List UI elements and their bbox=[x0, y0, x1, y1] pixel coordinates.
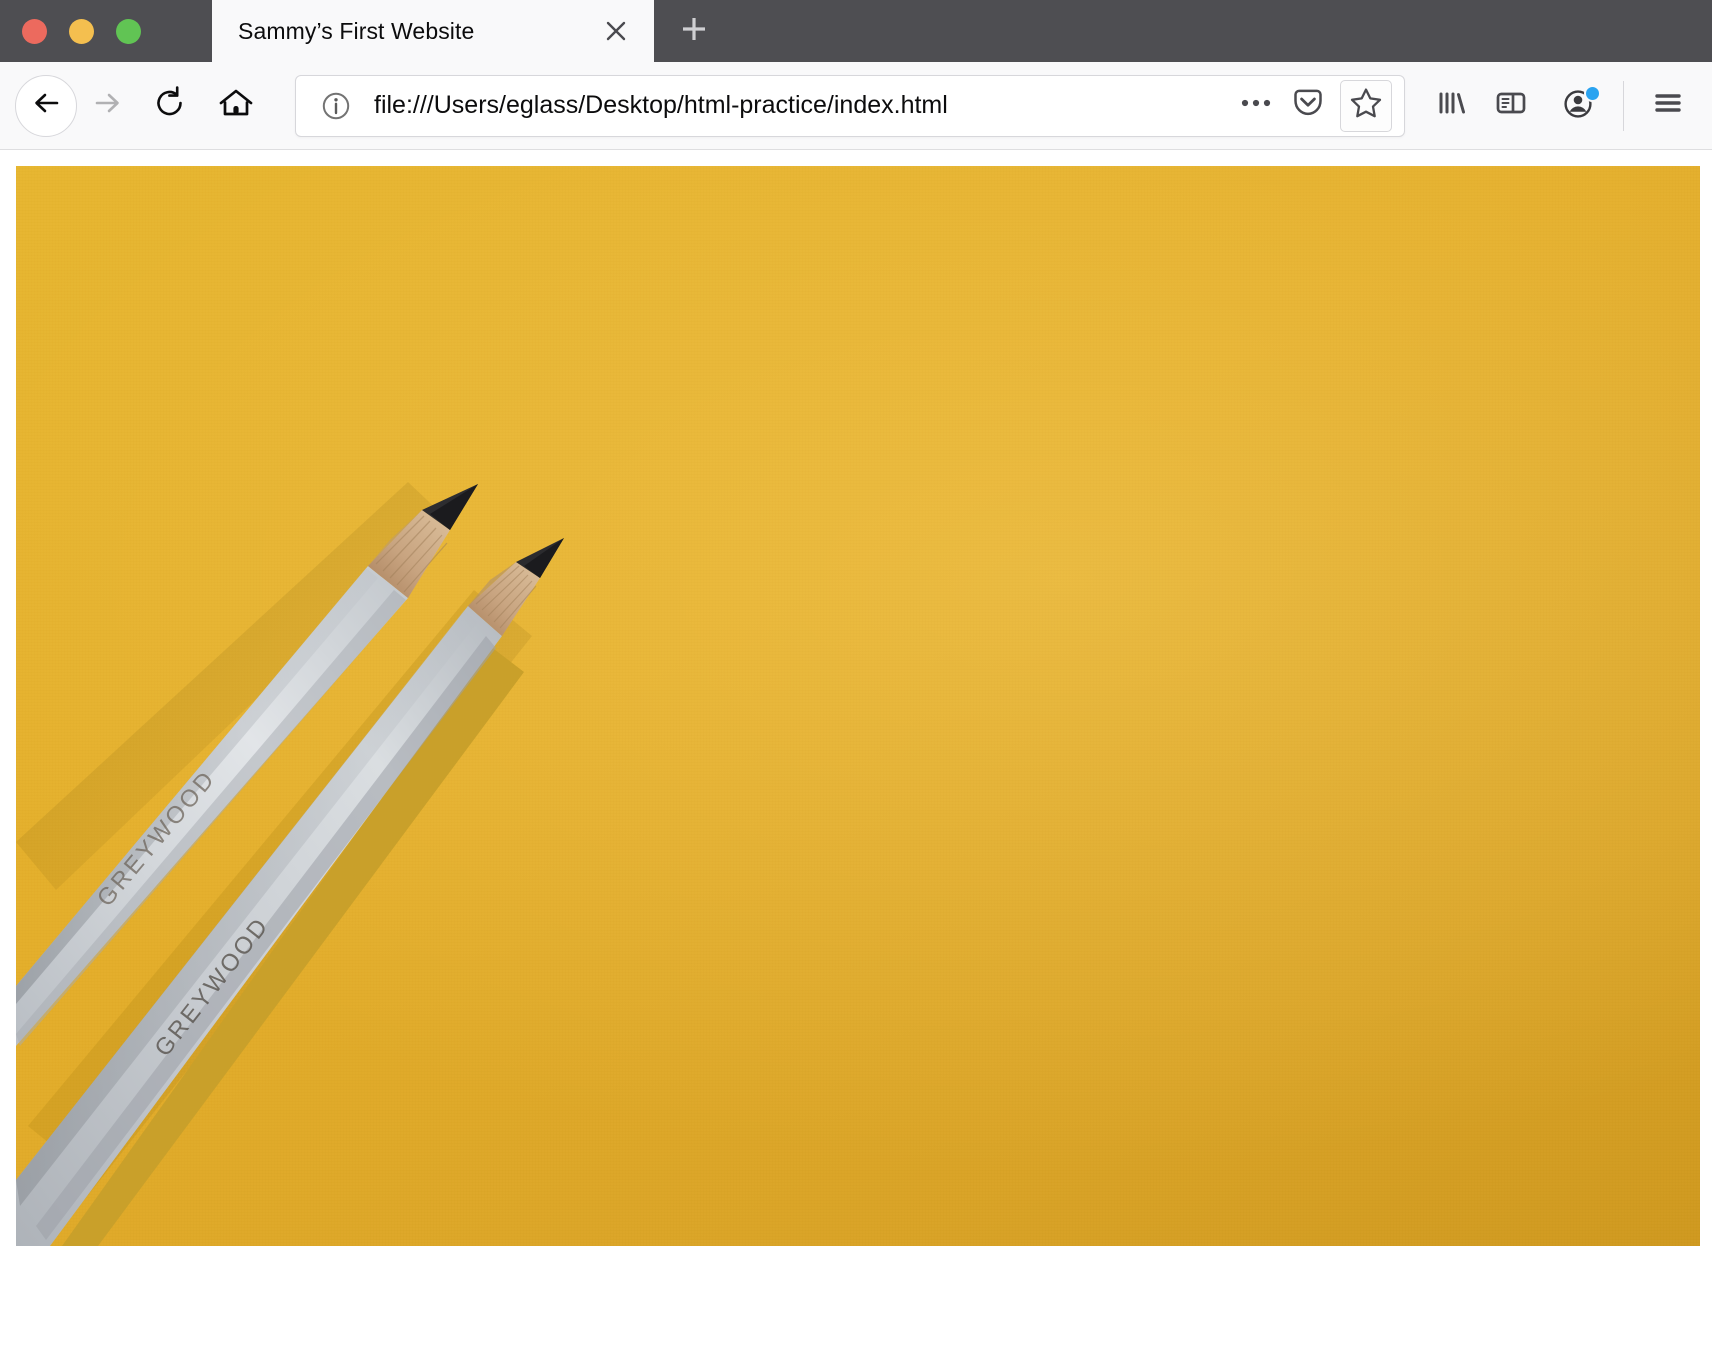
library-button[interactable] bbox=[1421, 76, 1481, 136]
page-content: GREYWOOD GREYWOOD bbox=[0, 150, 1712, 1372]
forward-button[interactable] bbox=[77, 75, 139, 137]
pencils-illustration: GREYWOOD GREYWOOD bbox=[16, 482, 564, 1246]
tab-strip: Sammy’s First Website bbox=[0, 0, 1712, 62]
plus-icon bbox=[676, 11, 712, 52]
account-notification-badge bbox=[1584, 84, 1601, 102]
zoom-window-button[interactable] bbox=[116, 18, 141, 44]
reload-button[interactable] bbox=[139, 75, 201, 137]
sidebar-button[interactable] bbox=[1481, 76, 1541, 136]
address-bar[interactable]: file:///Users/eglass/Desktop/html-practi… bbox=[295, 74, 1405, 137]
page-actions-button[interactable] bbox=[1230, 80, 1282, 132]
minimize-window-button[interactable] bbox=[69, 18, 94, 44]
new-tab-button[interactable] bbox=[654, 0, 734, 62]
bookmark-button[interactable] bbox=[1340, 79, 1392, 132]
ellipsis-icon bbox=[1239, 96, 1273, 115]
toolbar-divider bbox=[1623, 80, 1624, 131]
url-input[interactable]: file:///Users/eglass/Desktop/html-practi… bbox=[374, 91, 1230, 120]
close-window-button[interactable] bbox=[22, 18, 47, 44]
account-button[interactable] bbox=[1549, 76, 1609, 136]
forward-arrow-icon bbox=[90, 85, 126, 126]
app-menu-button[interactable] bbox=[1638, 76, 1698, 136]
save-to-pocket-button[interactable] bbox=[1282, 80, 1334, 132]
library-icon bbox=[1432, 84, 1470, 127]
tab-title: Sammy’s First Website bbox=[238, 17, 475, 44]
tab-sammys-first-website[interactable]: Sammy’s First Website bbox=[212, 0, 654, 62]
home-icon bbox=[217, 84, 255, 127]
browser-window: Sammy’s First Website file:///Users/egla… bbox=[0, 0, 1712, 1372]
home-button[interactable] bbox=[205, 75, 267, 137]
toolbar-right-group bbox=[1421, 76, 1698, 136]
info-circle-icon[interactable] bbox=[320, 90, 352, 122]
back-button[interactable] bbox=[15, 74, 77, 137]
back-arrow-icon bbox=[28, 85, 64, 126]
hamburger-menu-icon bbox=[1649, 84, 1687, 127]
window-controls bbox=[0, 0, 212, 62]
sidebar-icon bbox=[1492, 84, 1530, 127]
star-icon bbox=[1349, 86, 1383, 125]
pocket-icon bbox=[1291, 86, 1325, 125]
navigation-toolbar: file:///Users/eglass/Desktop/html-practi… bbox=[0, 62, 1712, 150]
reload-icon bbox=[152, 85, 188, 126]
pencils-hero-image: GREYWOOD GREYWOOD bbox=[16, 166, 1700, 1246]
close-icon[interactable] bbox=[596, 11, 636, 51]
